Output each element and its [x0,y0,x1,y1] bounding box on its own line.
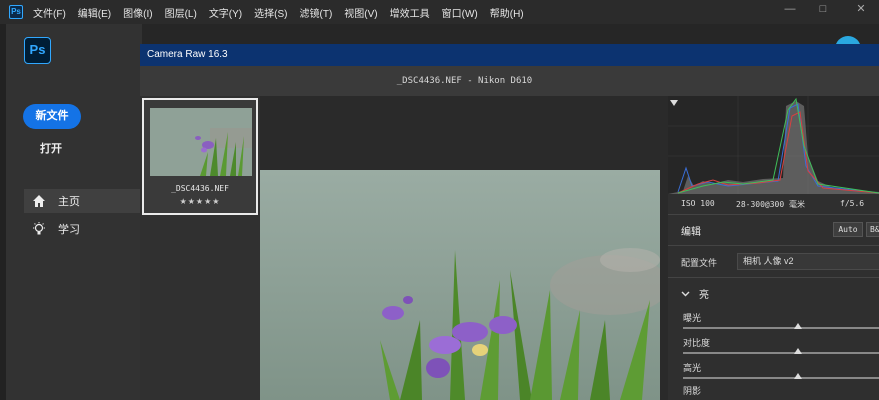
photoshop-logo: Ps [24,37,51,64]
contrast-label: 对比度 [683,338,711,348]
new-file-button[interactable]: 新文件 [23,104,81,129]
camera-info: ISO 100 28-300@300 毫米 f/5.6 [668,196,879,212]
profile-select[interactable]: 相机 人像 v2 [737,253,879,270]
menu-help[interactable]: 帮助(H) [490,5,524,20]
light-section-header[interactable]: 亮 [681,286,709,301]
edit-heading: 编辑 [681,227,701,238]
camera-raw-title-bar: Camera Raw 16.3 [140,44,879,66]
exposure-slider[interactable] [683,327,879,329]
menu-view[interactable]: 视图(V) [344,5,377,20]
menu-file[interactable]: 文件(F) [33,5,66,20]
menu-bar: Ps 文件(F) 编辑(E) 图像(I) 图层(L) 文字(Y) 选择(S) 滤… [0,0,879,24]
menu-filter[interactable]: 滤镜(T) [300,5,333,20]
star-rating[interactable]: ★★★★★ [144,197,256,206]
sidebar-item-label: 主页 [58,196,80,208]
menu-layer[interactable]: 图层(L) [165,5,197,20]
chevron-down-icon [681,289,690,299]
exposure-slider-handle[interactable] [794,323,802,329]
menu-select[interactable]: 选择(S) [254,5,287,20]
histogram [668,96,879,194]
highlights-slider[interactable] [683,377,879,379]
auto-button[interactable]: Auto [833,222,863,237]
menu-image[interactable]: 图像(I) [123,5,152,20]
exposure-label: 曝光 [683,313,702,323]
contrast-slider-handle[interactable] [794,348,802,354]
menu-edit[interactable]: 编辑(E) [78,5,111,20]
home-icon [32,194,46,208]
maximize-button[interactable]: □ [808,0,838,20]
ps-header [142,24,879,44]
aperture-value: f/5.6 [840,199,865,208]
lens-value: 28-300@300 毫米 [736,200,805,209]
close-button[interactable]: ✕ [846,0,876,20]
menu-plugins[interactable]: 增效工具 [390,5,430,20]
profile-label: 配置文件 [681,258,718,268]
contrast-slider[interactable] [683,352,879,354]
divider [668,277,879,278]
iso-value: ISO 100 [681,199,715,208]
menu-type[interactable]: 文字(Y) [209,5,242,20]
photoshop-app-icon: Ps [9,5,23,19]
sidebar-item-label: 学习 [58,224,80,236]
divider [668,214,879,215]
thumbnail-filename: _DSC4436.NEF [171,184,229,193]
file-info-bar: _DSC4436.NEF - Nikon D610 [140,66,879,96]
shadows-label: 阴影 [683,386,702,396]
left-edge [0,24,6,400]
bw-button[interactable]: B&W [866,222,879,237]
main-preview-image [260,170,660,400]
open-button[interactable]: 打开 [40,140,62,156]
divider [668,245,879,246]
thumbnail[interactable]: _DSC4436.NEF ★★★★★ [142,98,258,215]
menu-window[interactable]: 窗口(W) [442,5,478,20]
thumbnail-image [150,108,252,176]
highlights-label: 高光 [683,363,702,373]
sidebar-item-learn[interactable]: 学习 [24,217,142,241]
lightbulb-icon [32,222,46,236]
highlights-slider-handle[interactable] [794,373,802,379]
minimize-button[interactable]: — [775,0,805,20]
section-title: 亮 [699,290,709,301]
sidebar-item-home[interactable]: 主页 [24,189,142,213]
